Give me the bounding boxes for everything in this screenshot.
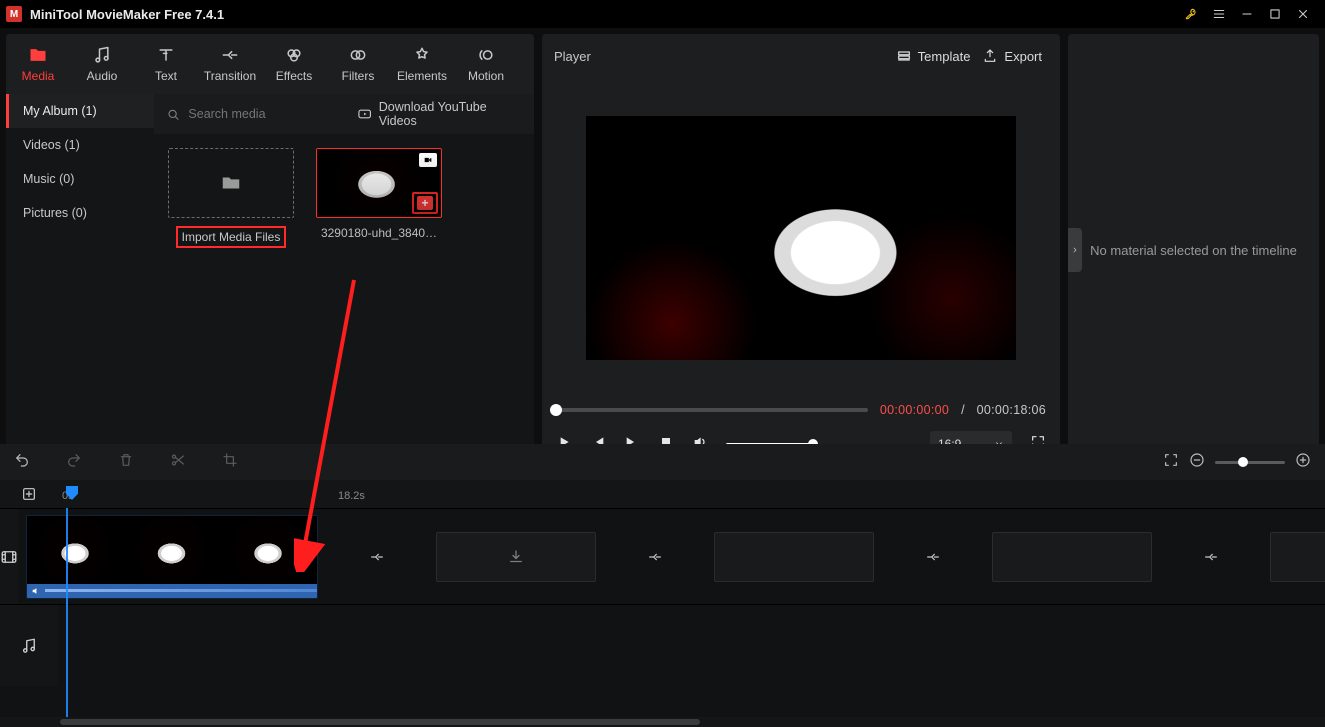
search-input[interactable]	[188, 107, 349, 121]
video-track	[0, 508, 1325, 604]
app-title: MiniTool MovieMaker Free 7.4.1	[30, 7, 224, 22]
tab-filters[interactable]: Filters	[326, 34, 390, 94]
sidebar-item-pictures[interactable]: Pictures (0)	[9, 196, 154, 230]
timeline-ruler[interactable]: 0s 18.2s	[0, 480, 1325, 508]
timeline: 0s 18.2s	[0, 444, 1325, 727]
library-search-row: Download YouTube Videos	[154, 94, 534, 134]
library-toolbar: Media Audio Text Transition Effects Filt…	[6, 34, 534, 94]
tab-media[interactable]: Media	[6, 34, 70, 94]
download-youtube-button[interactable]: Download YouTube Videos	[357, 100, 522, 128]
tab-motion[interactable]: Motion	[454, 34, 518, 94]
window-minimize-button[interactable]	[1233, 0, 1261, 28]
tab-text[interactable]: Text	[134, 34, 198, 94]
fit-button[interactable]	[1163, 452, 1179, 473]
playhead-line	[66, 508, 68, 717]
zoom-in-button[interactable]	[1295, 452, 1311, 473]
template-button[interactable]: Template	[890, 44, 977, 68]
music-track-icon	[0, 605, 58, 686]
properties-empty-message: No material selected on the timeline	[1074, 243, 1313, 258]
library-sidebar: My Album (1) Videos (1) Music (0) Pictur…	[6, 94, 154, 466]
duration-time: 00:00:18:06	[977, 403, 1046, 417]
export-label: Export	[1004, 49, 1042, 64]
playhead[interactable]	[66, 486, 78, 500]
upgrade-key-icon[interactable]	[1177, 0, 1205, 28]
add-to-timeline-button[interactable]: +	[412, 192, 438, 214]
media-card[interactable]: + 3290180-uhd_3840…	[316, 148, 442, 240]
player-preview[interactable]	[586, 116, 1016, 360]
transition-slot[interactable]	[924, 532, 942, 582]
delete-button[interactable]	[118, 452, 134, 473]
app-icon: M	[6, 6, 22, 22]
empty-clip-slot[interactable]	[992, 532, 1152, 582]
redo-button[interactable]	[66, 452, 82, 473]
empty-clip-slot[interactable]	[1270, 532, 1325, 582]
import-media-card[interactable]: Import Media Files	[168, 148, 294, 248]
split-button[interactable]	[170, 452, 186, 473]
timeline-clip[interactable]	[26, 515, 318, 599]
tab-transition[interactable]: Transition	[198, 34, 262, 94]
library-grid: Import Media Files + 3290180-uhd_3840…	[154, 134, 534, 466]
tab-audio[interactable]: Audio	[70, 34, 134, 94]
tab-media-label: Media	[22, 69, 55, 83]
empty-clip-slot[interactable]	[436, 532, 596, 582]
transition-slot[interactable]	[368, 532, 386, 582]
current-time: 00:00:00:00	[880, 403, 949, 417]
clip-audio-icon	[31, 586, 41, 596]
transition-slot[interactable]	[646, 532, 664, 582]
properties-drawer-toggle[interactable]	[1068, 228, 1082, 272]
media-filename: 3290180-uhd_3840…	[321, 226, 437, 240]
player-scrubber[interactable]: 00:00:00:00 / 00:00:18:06	[542, 398, 1060, 422]
zoom-slider[interactable]	[1215, 461, 1285, 464]
download-youtube-label: Download YouTube Videos	[379, 100, 522, 128]
transition-slot[interactable]	[1202, 532, 1220, 582]
tab-motion-label: Motion	[468, 69, 504, 83]
search-icon	[166, 107, 180, 122]
media-thumbnail[interactable]: +	[316, 148, 442, 218]
title-bar: M MiniTool MovieMaker Free 7.4.1	[0, 0, 1325, 28]
sidebar-item-music[interactable]: Music (0)	[9, 162, 154, 196]
folder-icon	[220, 172, 242, 194]
timeline-toolbar	[0, 444, 1325, 480]
empty-clip-slot[interactable]	[714, 532, 874, 582]
tab-effects-label: Effects	[276, 69, 312, 83]
music-track	[0, 604, 1325, 686]
undo-button[interactable]	[14, 452, 30, 473]
crop-button[interactable]	[222, 452, 238, 473]
window-close-button[interactable]	[1289, 0, 1317, 28]
timeline-scrollbar[interactable]	[0, 717, 1325, 727]
sidebar-item-videos[interactable]: Videos (1)	[9, 128, 154, 162]
zoom-out-button[interactable]	[1189, 452, 1205, 473]
menu-icon[interactable]	[1205, 0, 1233, 28]
template-label: Template	[918, 49, 971, 64]
tab-text-label: Text	[155, 69, 177, 83]
player-panel: Player Template Export 00:00:00:00 / 00:…	[542, 34, 1060, 466]
tab-effects[interactable]: Effects	[262, 34, 326, 94]
properties-panel: No material selected on the timeline	[1068, 34, 1319, 466]
video-type-icon	[419, 153, 437, 167]
music-track-body[interactable]	[58, 605, 1325, 686]
tab-elements[interactable]: Elements	[390, 34, 454, 94]
tab-elements-label: Elements	[397, 69, 447, 83]
library-panel: Media Audio Text Transition Effects Filt…	[6, 34, 534, 466]
window-maximize-button[interactable]	[1261, 0, 1289, 28]
import-media-label: Import Media Files	[176, 226, 287, 248]
tab-filters-label: Filters	[342, 69, 375, 83]
player-title: Player	[554, 49, 591, 64]
add-track-button[interactable]	[0, 480, 58, 508]
ruler-tick: 18.2s	[338, 490, 365, 502]
sidebar-item-album[interactable]: My Album (1)	[6, 94, 154, 128]
video-track-icon	[0, 509, 18, 604]
tab-audio-label: Audio	[87, 69, 118, 83]
tab-transition-label: Transition	[204, 69, 256, 83]
export-button[interactable]: Export	[976, 44, 1048, 68]
